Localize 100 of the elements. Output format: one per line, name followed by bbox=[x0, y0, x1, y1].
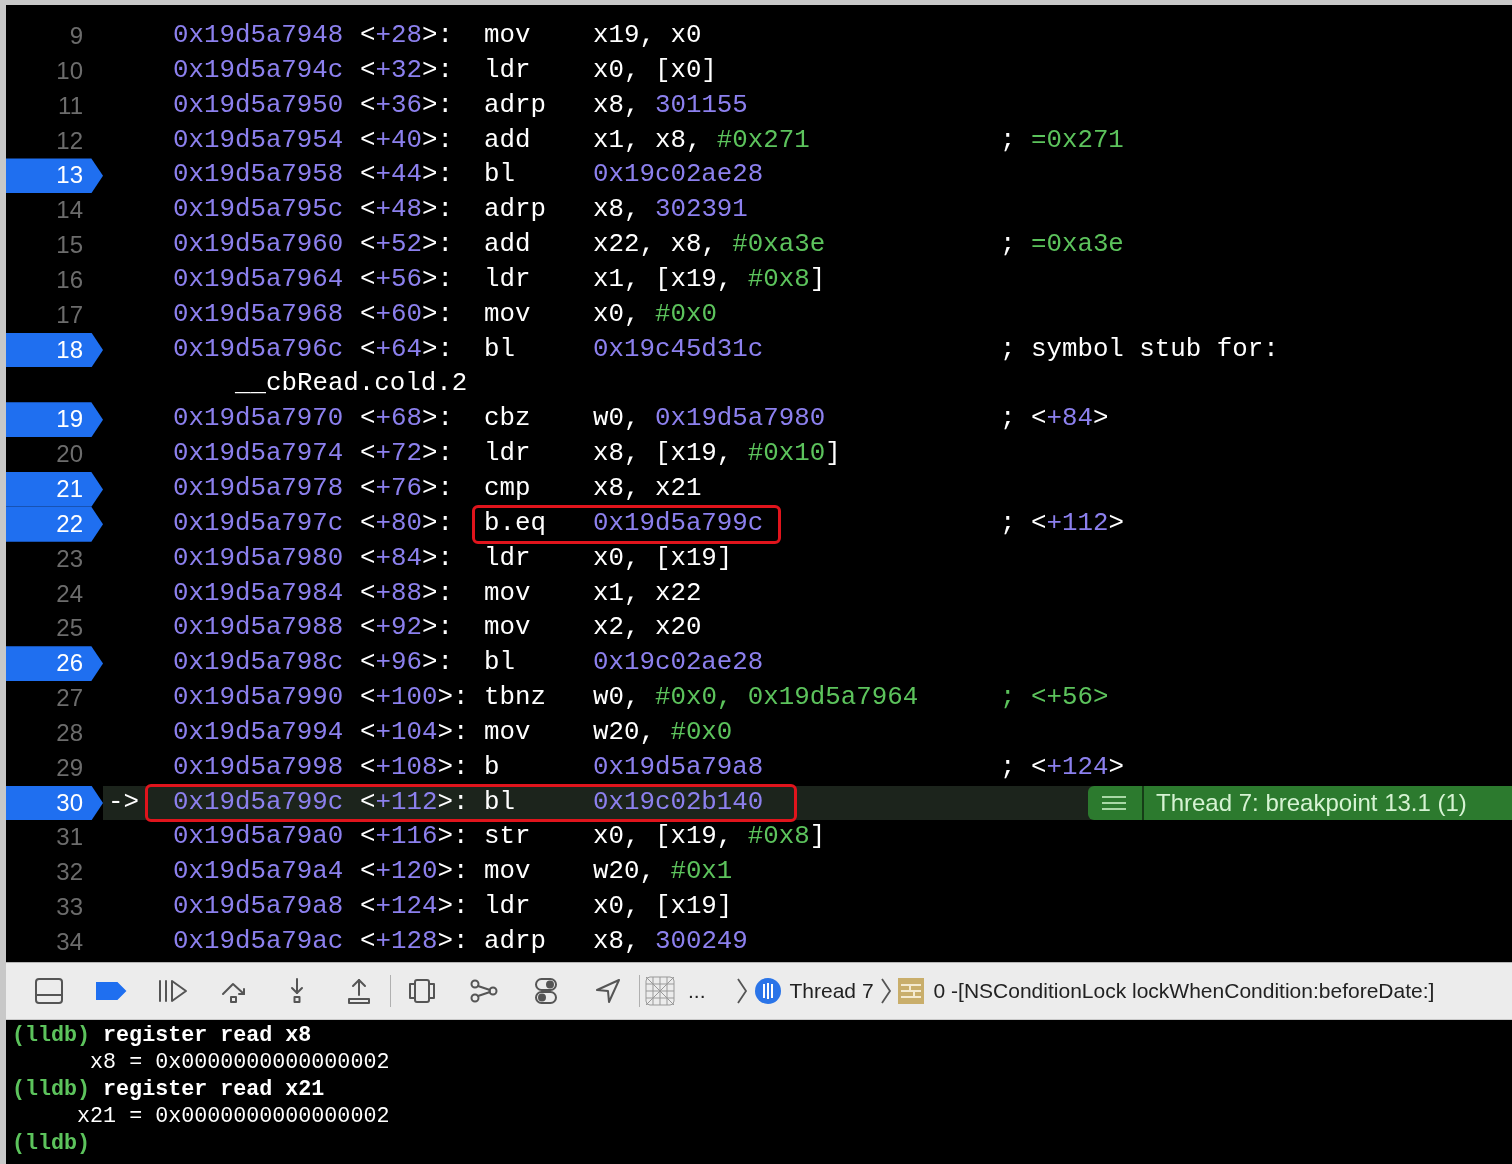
operands: x1, x22 bbox=[593, 577, 702, 610]
instruction-address: 0x19d5a7950 bbox=[173, 89, 344, 122]
breakpoint-marker[interactable]: 30 bbox=[6, 785, 103, 821]
line-number: 24 bbox=[55, 578, 84, 609]
line-number: 10 bbox=[55, 55, 84, 86]
continue-icon bbox=[157, 978, 189, 1004]
toggle-switch-icon bbox=[534, 977, 558, 1005]
location-icon bbox=[595, 978, 621, 1004]
line-number: 12 bbox=[55, 125, 84, 156]
mnemonic: mov bbox=[484, 298, 531, 331]
instruction-address: 0x19d5a7990 bbox=[173, 682, 344, 715]
instruction-address: 0x19d5a7970 bbox=[173, 403, 344, 436]
mnemonic: mov bbox=[484, 577, 531, 610]
operands: x0, [x19] bbox=[593, 542, 733, 575]
operands: x2, x20 bbox=[593, 612, 702, 645]
instruction-offset: <+88>: bbox=[360, 577, 453, 610]
operands: x8, [x19, #0x10] bbox=[593, 438, 841, 471]
instruction-address: 0x19d5a7984 bbox=[173, 577, 344, 610]
breakpoint-marker[interactable]: 19 bbox=[6, 402, 103, 438]
line-number: 15 bbox=[55, 230, 84, 261]
comment-continuation: __cbRead.cold.2 bbox=[235, 368, 468, 401]
operands: w20, #0x0 bbox=[593, 716, 733, 749]
instruction-offset: <+56>: bbox=[360, 263, 453, 296]
instruction-address: 0x19d5a7994 bbox=[173, 716, 344, 749]
instruction-offset: <+60>: bbox=[360, 298, 453, 331]
operands: 0x19c45d31c bbox=[593, 333, 764, 366]
console-output: x21 = 0x0000000000000002 bbox=[76, 1103, 390, 1130]
mnemonic: add bbox=[484, 229, 531, 262]
mnemonic: adrp bbox=[484, 89, 546, 122]
memory-graph-icon bbox=[470, 978, 498, 1004]
instruction-offset: <+112>: bbox=[360, 786, 469, 819]
instruction-offset: <+68>: bbox=[360, 403, 453, 436]
line-number: 29 bbox=[55, 752, 84, 783]
line-number: 28 bbox=[55, 717, 84, 748]
lldb-prompt: (lldb) bbox=[12, 1076, 91, 1103]
instruction-comment: ; <+112> bbox=[1000, 507, 1124, 540]
instruction-address: 0x19d5a796c bbox=[173, 333, 344, 366]
breakpoint-marker[interactable]: 21 bbox=[6, 471, 103, 507]
instruction-offset: <+108>: bbox=[360, 751, 469, 784]
mnemonic: ldr bbox=[484, 54, 531, 87]
mnemonic: ldr bbox=[484, 438, 531, 471]
lldb-prompt: (lldb) bbox=[12, 1022, 91, 1049]
instruction-offset: <+40>: bbox=[360, 124, 453, 157]
breakpoint-marker[interactable]: 22 bbox=[6, 506, 103, 542]
operands: x8, 300249 bbox=[593, 925, 748, 958]
instruction-offset: <+80>: bbox=[360, 507, 453, 540]
instruction-address: 0x19d5a797c bbox=[173, 507, 344, 540]
console-command: register read x8 bbox=[103, 1022, 312, 1049]
mnemonic: bl bbox=[484, 159, 515, 192]
thread-selector[interactable]: Thread 7 bbox=[789, 979, 874, 1003]
operands: w0, #0x0, 0x19d5a7964 bbox=[593, 682, 919, 715]
operands: w0, 0x19d5a7980 bbox=[593, 403, 826, 436]
operands: x1, x8, #0x271 bbox=[593, 124, 810, 157]
instruction-address: 0x19d5a79a0 bbox=[173, 821, 344, 854]
operands: x22, x8, #0xa3e bbox=[593, 229, 826, 262]
mnemonic: cbz bbox=[484, 403, 531, 436]
chevron-icon bbox=[735, 977, 748, 1005]
instruction-address: 0x19d5a798c bbox=[173, 647, 344, 680]
instruction-offset: <+104>: bbox=[360, 716, 469, 749]
operands: 0x19c02ae28 bbox=[593, 159, 764, 192]
mnemonic: b.eq bbox=[484, 507, 546, 540]
line-number: 20 bbox=[55, 439, 84, 470]
operands: x8, x21 bbox=[593, 472, 702, 505]
operands: x0, #0x0 bbox=[593, 298, 717, 331]
breakpoint-marker[interactable]: 26 bbox=[6, 646, 103, 682]
mnemonic: cmp bbox=[484, 472, 531, 505]
mnemonic: ldr bbox=[484, 891, 531, 924]
stack-frame-selector[interactable]: 0 -[NSConditionLock lockWhenCondition:beforeDate:] bbox=[933, 979, 1435, 1003]
mnemonic: adrp bbox=[484, 925, 546, 958]
mnemonic: tbnz bbox=[484, 682, 546, 715]
mnemonic: b bbox=[484, 751, 500, 784]
overflow-indicator: ... bbox=[688, 979, 706, 1003]
console-output: x8 = 0x0000000000000002 bbox=[89, 1049, 390, 1076]
instruction-comment: ; <+124> bbox=[1000, 751, 1124, 784]
instruction-offset: <+92>: bbox=[360, 612, 453, 645]
operands: x8, 302391 bbox=[593, 194, 748, 227]
breakpoint-marker[interactable]: 18 bbox=[6, 332, 103, 368]
mnemonic: mov bbox=[484, 20, 531, 52]
line-number: 25 bbox=[55, 613, 84, 644]
breakpoint-marker[interactable]: 13 bbox=[6, 158, 103, 194]
instruction-comment: ; =0xa3e bbox=[1000, 229, 1124, 262]
mnemonic: bl bbox=[484, 647, 515, 680]
instruction-address: 0x19d5a7958 bbox=[173, 159, 344, 192]
mnemonic: mov bbox=[484, 856, 531, 889]
instruction-address: 0x19d5a7968 bbox=[173, 298, 344, 331]
instruction-address: 0x19d5a794c bbox=[173, 54, 344, 87]
step-out-icon bbox=[347, 977, 371, 1005]
line-number: 11 bbox=[57, 90, 84, 121]
instruction-offset: <+84>: bbox=[360, 542, 453, 575]
instruction-address: 0x19d5a7948 bbox=[173, 20, 344, 52]
operands: 0x19d5a79a8 bbox=[593, 751, 764, 784]
instruction-offset: <+52>: bbox=[360, 229, 453, 262]
pc-arrow: -> bbox=[108, 786, 139, 819]
instruction-offset: <+72>: bbox=[360, 438, 453, 471]
instruction-address: 0x19d5a7954 bbox=[173, 124, 344, 157]
instruction-address: 0x19d5a7980 bbox=[173, 542, 344, 575]
line-number: 27 bbox=[55, 683, 84, 714]
line-number: 17 bbox=[55, 299, 84, 330]
operands: x1, [x19, #0x8] bbox=[593, 263, 826, 296]
operands: x8, 301155 bbox=[593, 89, 748, 122]
